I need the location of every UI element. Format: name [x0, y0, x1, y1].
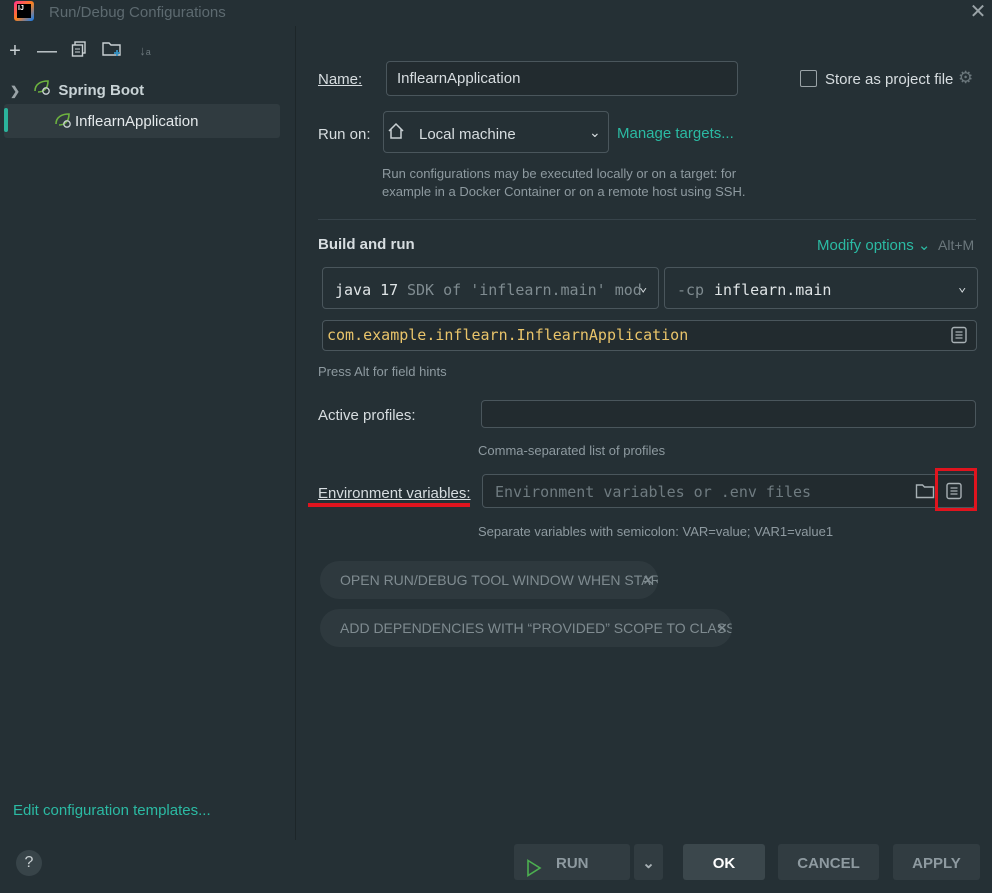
copy-icon[interactable]	[68, 40, 90, 62]
chevron-down-icon: ⌄	[917, 237, 931, 254]
run-button-label: RUN	[556, 855, 589, 872]
store-as-project-file-label: Store as project file	[825, 71, 954, 88]
option-pill-open-tool-window[interactable]: OPEN RUN/DEBUG TOOL WINDOW WHEN STARTED …	[320, 561, 658, 599]
store-as-project-file-checkbox[interactable]	[800, 70, 817, 87]
annotation-underline	[308, 503, 470, 507]
env-vars-hint: Separate variables with semicolon: VAR=v…	[478, 524, 834, 539]
name-value: InflearnApplication	[397, 70, 521, 87]
spring-boot-icon	[32, 79, 54, 99]
main-class-value: com.example.inflearn.InflearnApplication	[327, 326, 689, 344]
active-profiles-hint: Comma-separated list of profiles	[478, 443, 666, 458]
tree-item-label: InflearnApplication	[75, 113, 199, 130]
window-title: Run/Debug Configurations	[49, 4, 226, 21]
plus-icon[interactable]: +	[4, 40, 26, 62]
run-on-value: Local machine	[419, 126, 516, 143]
minus-icon[interactable]: —	[36, 40, 58, 62]
expand-text-icon[interactable]	[950, 326, 968, 348]
intellij-logo-icon: IJ	[14, 1, 34, 21]
manage-targets-link[interactable]: Manage targets...	[617, 125, 734, 142]
jdk-detail: SDK of 'inflearn.main' modu	[407, 281, 643, 299]
classpath-prefix: -cp	[677, 281, 705, 299]
modify-options-link[interactable]: Modify options ⌄	[817, 236, 930, 254]
chevron-down-icon[interactable]: ❯	[10, 84, 28, 98]
gear-icon[interactable]: ⚙	[958, 68, 973, 88]
run-on-select[interactable]: Local machine ⌄	[383, 111, 609, 153]
divider	[318, 219, 976, 220]
active-profiles-field[interactable]	[481, 400, 976, 428]
env-vars-label: Environment variables:	[318, 485, 471, 502]
env-vars-field[interactable]: Environment variables or .env files	[482, 474, 976, 508]
chevron-down-icon: ⌄	[639, 279, 648, 295]
chevron-down-icon: ⌄	[589, 124, 601, 140]
chevron-down-icon: ⌄	[958, 279, 967, 295]
build-and-run-heading: Build and run	[318, 236, 415, 253]
annotation-highlight-box	[935, 468, 977, 511]
close-icon[interactable]: ✕	[642, 561, 654, 599]
sort-icon[interactable]: ↓a	[134, 40, 156, 62]
option-pill-label: ADD DEPENDENCIES WITH “PROVIDED” SCOPE T…	[340, 620, 732, 636]
active-profiles-label: Active profiles:	[318, 407, 416, 424]
new-folder-icon[interactable]	[101, 40, 123, 62]
option-pill-add-dependencies[interactable]: ADD DEPENDENCIES WITH “PROVIDED” SCOPE T…	[320, 609, 732, 647]
edit-templates-link[interactable]: Edit configuration templates...	[13, 802, 211, 819]
tree-item-inflearn-application[interactable]: InflearnApplication	[4, 104, 280, 138]
field-hints-text: Press Alt for field hints	[318, 364, 447, 379]
classpath-value: inflearn.main	[714, 281, 832, 299]
home-icon	[387, 122, 405, 143]
tree-group-label: Spring Boot	[58, 82, 145, 99]
name-label: Name:	[318, 71, 363, 88]
chevron-down-icon: ⌄	[642, 855, 655, 872]
run-on-hint-line1: Run configurations may be executed local…	[382, 166, 737, 181]
classpath-select[interactable]: -cp inflearn.main ⌄	[664, 267, 978, 309]
option-pill-label: OPEN RUN/DEBUG TOOL WINDOW WHEN STARTED	[340, 572, 658, 588]
jdk-select[interactable]: java 17 SDK of 'inflearn.main' modu ⌄	[322, 267, 659, 309]
configurations-sidebar: + — ↓a ❯ Spring Boot InflearnApplication…	[0, 26, 296, 840]
close-icon[interactable]: ✕	[716, 609, 728, 647]
close-icon[interactable]: ✕	[968, 2, 988, 22]
run-on-label: Run on:	[318, 126, 371, 143]
run-on-hint-line2: example in a Docker Container or on a re…	[382, 184, 746, 199]
jdk-version: java 17	[335, 281, 399, 299]
tree-group-spring-boot[interactable]: ❯ Spring Boot	[10, 79, 144, 99]
selection-marker	[4, 108, 8, 132]
main-class-field[interactable]: com.example.inflearn.InflearnApplication	[322, 320, 977, 351]
help-icon[interactable]: ?	[16, 850, 42, 876]
run-icon	[526, 853, 542, 893]
spring-boot-run-icon	[53, 112, 73, 131]
env-vars-placeholder: Environment variables or .env files	[495, 483, 812, 501]
modify-options-shortcut: Alt+M	[938, 237, 975, 253]
folder-icon[interactable]	[915, 482, 935, 504]
name-field[interactable]: InflearnApplication	[386, 61, 738, 96]
title-bar: IJ Run/Debug Configurations ✕	[0, 0, 992, 26]
